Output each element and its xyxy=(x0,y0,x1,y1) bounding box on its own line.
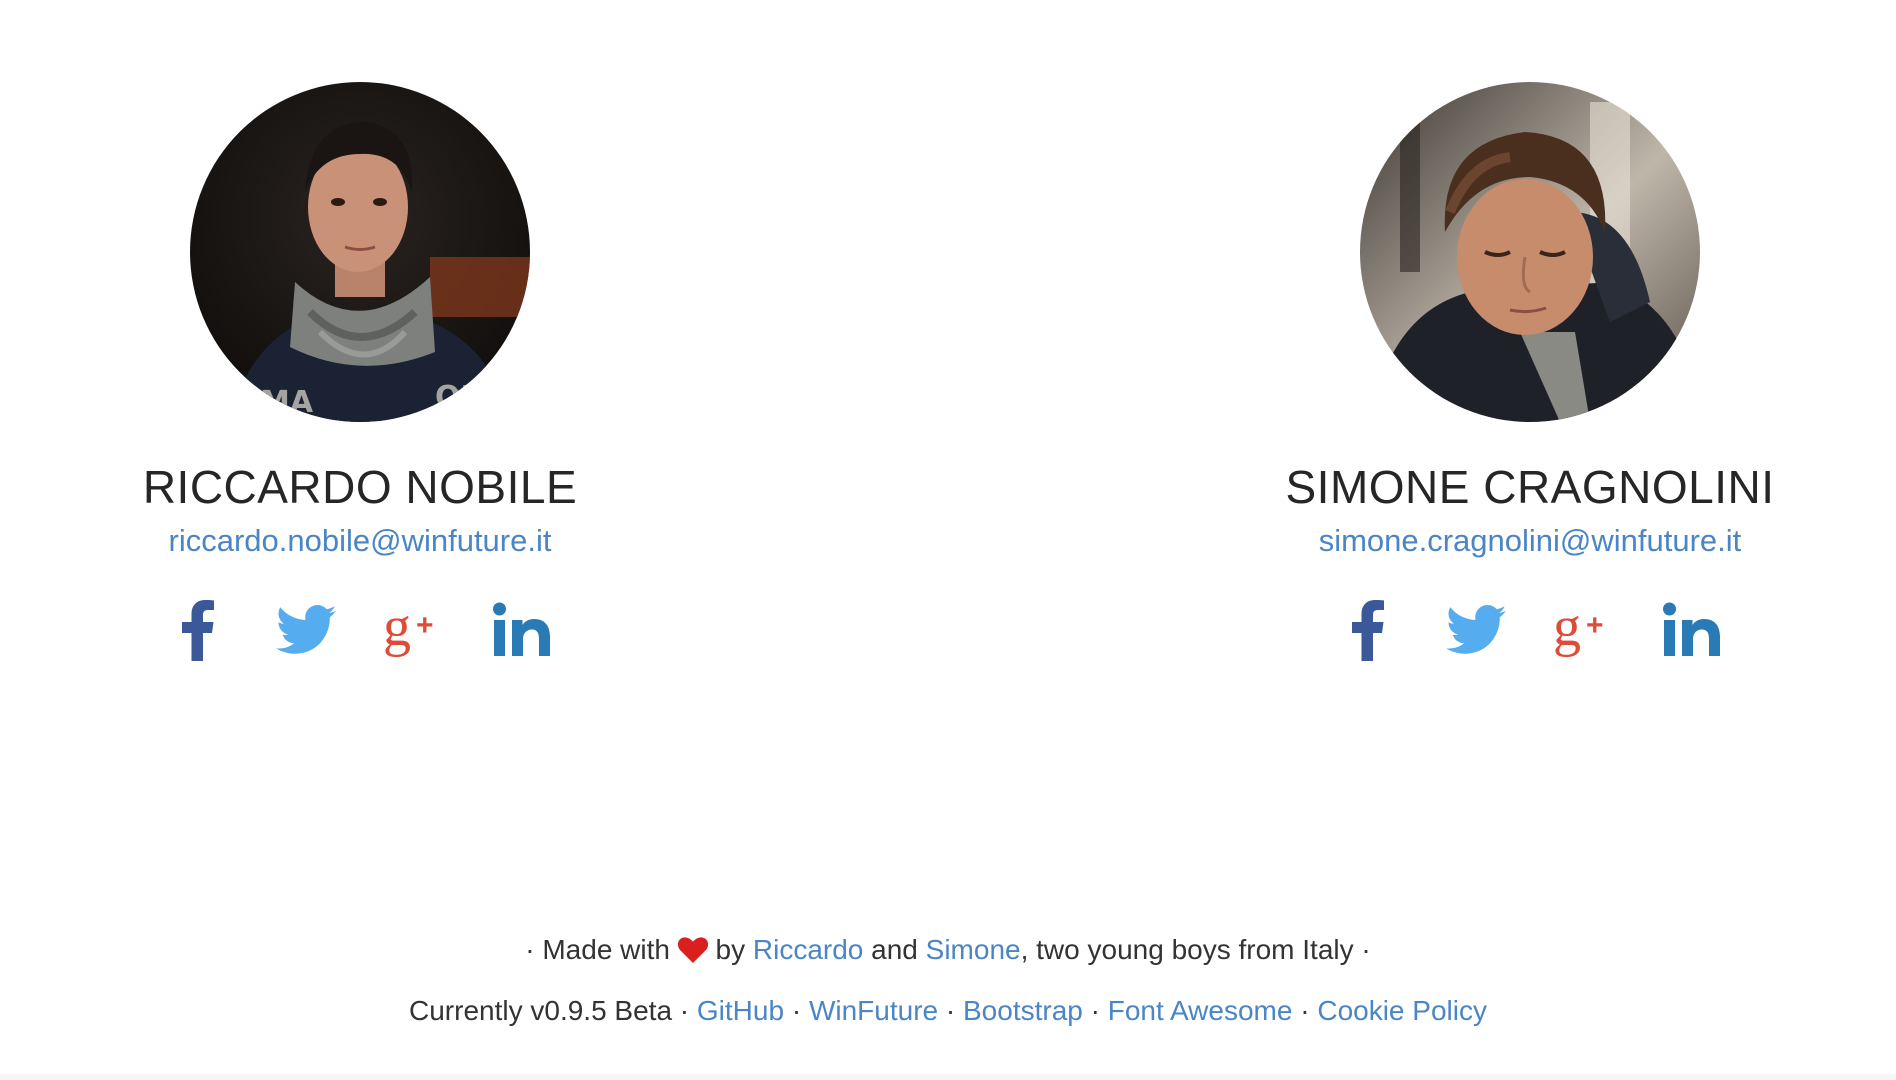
person-card-simone: SIMONE CRAGNOLINI simone.cragnolini@winf… xyxy=(1250,82,1810,663)
facebook-link[interactable] xyxy=(165,597,231,663)
linkedin-icon xyxy=(493,602,550,657)
linkedin-icon xyxy=(1663,602,1720,657)
separator: · xyxy=(791,995,802,1026)
svg-text:OU: OU xyxy=(435,380,485,415)
svg-text:MA: MA xyxy=(260,385,314,420)
footer-link-font-awesome[interactable]: Font Awesome xyxy=(1108,995,1293,1026)
twitter-icon xyxy=(276,605,336,654)
facebook-link[interactable] xyxy=(1335,597,1401,663)
avatar-photo xyxy=(1360,82,1700,422)
separator: · xyxy=(945,995,956,1026)
person-card-riccardo: MA OU RICCARDO NOBILE riccardo.nobile@wi… xyxy=(80,82,640,663)
bottom-band xyxy=(0,1074,1896,1080)
footer-link-bootstrap[interactable]: Bootstrap xyxy=(963,995,1083,1026)
footer-link-simone[interactable]: Simone xyxy=(926,934,1021,965)
separator: · xyxy=(1300,995,1310,1026)
footer-links: Currently v0.9.5 Beta · GitHub · WinFutu… xyxy=(0,995,1896,1027)
google-plus-link[interactable]: g + xyxy=(1551,597,1617,663)
svg-text:g: g xyxy=(1553,599,1581,658)
footer-link-cookie-policy[interactable]: Cookie Policy xyxy=(1317,995,1487,1026)
twitter-icon xyxy=(1446,605,1506,654)
svg-text:+: + xyxy=(416,609,434,642)
footer-credits: · Made with by Riccardo and Simone, two … xyxy=(0,934,1896,966)
facebook-icon xyxy=(1352,600,1384,662)
footer-link-winfuture[interactable]: WinFuture xyxy=(809,995,938,1026)
heart-icon xyxy=(677,937,708,963)
footer-by: by xyxy=(715,934,746,965)
google-plus-link[interactable]: g + xyxy=(381,597,447,663)
footer-prefix: · Made with xyxy=(525,934,670,965)
twitter-link[interactable] xyxy=(273,597,339,663)
version-text: Currently v0.9.5 Beta · xyxy=(409,995,690,1026)
linkedin-link[interactable] xyxy=(1659,597,1725,663)
footer-link-riccardo[interactable]: Riccardo xyxy=(753,934,863,965)
footer-and: and xyxy=(871,934,918,965)
svg-text:+: + xyxy=(1586,609,1604,642)
facebook-icon xyxy=(182,600,214,662)
avatar-simone xyxy=(1360,82,1700,422)
linkedin-link[interactable] xyxy=(489,597,555,663)
person-name: RICCARDO NOBILE xyxy=(142,461,578,513)
google-plus-icon: g + xyxy=(1553,599,1604,658)
email-link[interactable]: simone.cragnolini@winfuture.it xyxy=(1319,523,1742,559)
avatar-riccardo: MA OU xyxy=(190,82,530,422)
social-links: g + xyxy=(80,597,640,663)
google-plus-icon: g + xyxy=(383,599,434,658)
footer-link-github[interactable]: GitHub xyxy=(697,995,784,1026)
team-page: MA OU RICCARDO NOBILE riccardo.nobile@wi… xyxy=(0,0,1896,1080)
person-name: SIMONE CRAGNOLINI xyxy=(1285,461,1775,513)
separator: · xyxy=(1090,995,1100,1026)
twitter-link[interactable] xyxy=(1443,597,1509,663)
footer-suffix: , two young boys from Italy · xyxy=(1020,934,1371,965)
svg-text:g: g xyxy=(383,599,411,658)
social-links: g + xyxy=(1250,597,1810,663)
avatar-photo: MA OU xyxy=(190,82,530,422)
email-link[interactable]: riccardo.nobile@winfuture.it xyxy=(169,523,552,559)
